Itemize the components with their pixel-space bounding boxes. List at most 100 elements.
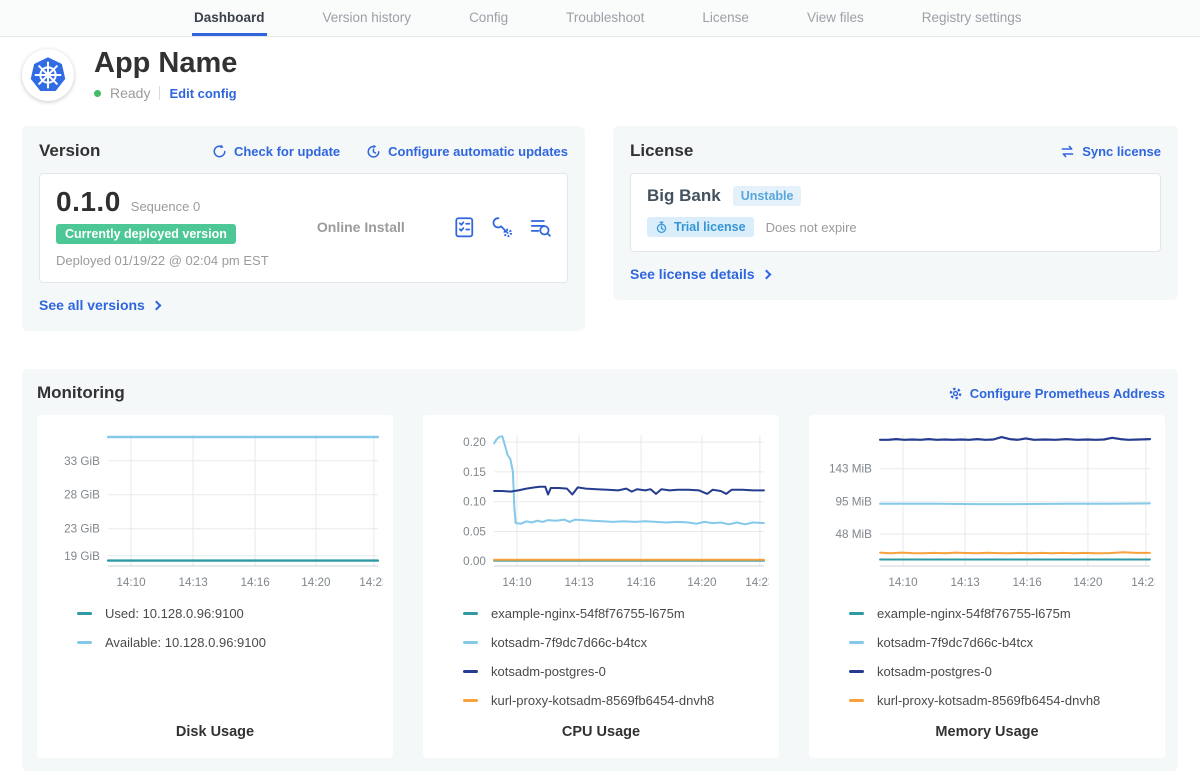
license-type-badge: Trial license [647,217,754,237]
configure-prometheus-button[interactable]: Configure Prometheus Address [948,386,1165,401]
sync-license-button[interactable]: Sync license [1060,144,1161,159]
svg-text:14:16: 14:16 [626,577,655,590]
tab-config[interactable]: Config [467,0,510,36]
kubernetes-icon [25,52,71,98]
legend-label: example-nginx-54f8f76755-l675m [877,606,1071,621]
svg-text:33 GiB: 33 GiB [64,455,100,468]
legend-swatch [849,699,864,702]
svg-text:14:13: 14:13 [178,577,207,590]
disk-usage-chart-card: 33 GiB 28 GiB 23 GiB 19 GiB 14:10 14:13 14:16 1… [37,415,393,758]
tab-dashboard[interactable]: Dashboard [192,0,267,36]
sync-icon [1060,144,1075,159]
legend-swatch [849,641,864,644]
cpu-usage-chart-card: 0.200.150.100.050.0014:1014:1314:1614:20… [423,415,779,758]
tab-registry-settings[interactable]: Registry settings [920,0,1024,36]
chevron-right-icon [151,301,161,311]
legend-item: kurl-proxy-kotsadm-8569fb6454-dnvh8 [849,693,1155,708]
svg-text:14:23: 14:23 [359,577,383,590]
svg-text:143 MiB: 143 MiB [829,463,872,476]
legend-item: kotsadm-7f9dc7d66c-b4tcx [849,635,1155,650]
see-all-versions-link[interactable]: See all versions [39,297,160,313]
legend-item: example-nginx-54f8f76755-l675m [849,606,1155,621]
svg-text:14:10: 14:10 [116,577,145,590]
svg-text:28 GiB: 28 GiB [64,489,100,502]
current-version-card: 0.1.0 Sequence 0 Currently deployed vers… [39,173,568,283]
tab-bar: Dashboard Version history Config Troublesho… [0,0,1200,37]
svg-text:14:20: 14:20 [687,577,716,590]
chart-title: Memory Usage [819,708,1155,746]
svg-text:0.05: 0.05 [463,526,486,539]
clock-refresh-icon [366,144,381,159]
license-panel: License Sync license Big Bank Unstable [613,126,1178,300]
install-type: Online Install [269,219,453,235]
svg-text:23 GiB: 23 GiB [64,523,100,536]
chart-legend: example-nginx-54f8f76755-l675m kotsadm-7f… [849,606,1155,708]
legend-label: kotsadm-7f9dc7d66c-b4tcx [877,635,1033,650]
disk-usage-chart: 33 GiB 28 GiB 23 GiB 19 GiB 14:10 14:13 14:16 1… [47,428,383,594]
legend-swatch [849,612,864,615]
svg-text:48 MiB: 48 MiB [836,529,873,542]
tab-license[interactable]: License [700,0,751,36]
legend-item: Used: 10.128.0.96:9100 [77,606,383,621]
legend-item: kotsadm-postgres-0 [463,664,769,679]
license-summary-card: Big Bank Unstable Trial license Does not… [630,173,1161,252]
tab-view-files[interactable]: View files [805,0,866,36]
app-header: App Name Ready Edit config [22,48,1200,101]
app-logo [22,49,74,101]
memory-usage-chart-card: 143 MiB95 MiB48 MiB14:1014:1314:1614:201… [809,415,1165,758]
legend-swatch [77,612,92,615]
chart-legend: Used: 10.128.0.96:9100 Available: 10.128.… [77,606,383,650]
legend-label: kotsadm-postgres-0 [877,664,992,679]
svg-text:0.20: 0.20 [463,437,486,450]
deployed-badge: Currently deployed version [56,224,236,244]
legend-label: kurl-proxy-kotsadm-8569fb6454-dnvh8 [877,693,1100,708]
refresh-icon [212,144,227,159]
svg-text:14:23: 14:23 [745,577,769,590]
preflight-checks-icon[interactable] [453,216,475,238]
svg-text:14:13: 14:13 [564,577,593,590]
status-text: Ready [110,85,150,101]
deploy-logs-icon[interactable] [529,216,551,238]
chart-title: CPU Usage [433,708,769,746]
svg-text:14:23: 14:23 [1131,577,1155,590]
see-license-details-link[interactable]: See license details [630,266,770,282]
legend-swatch [463,699,478,702]
configure-automatic-updates-button[interactable]: Configure automatic updates [366,144,568,159]
version-sequence: Sequence 0 [131,199,200,214]
version-panel: Version Check for update Configure au [22,126,585,331]
tab-troubleshoot[interactable]: Troubleshoot [564,0,646,36]
svg-text:14:13: 14:13 [950,577,979,590]
svg-text:95 MiB: 95 MiB [836,496,873,509]
svg-text:19 GiB: 19 GiB [64,550,100,563]
legend-label: example-nginx-54f8f76755-l675m [491,606,685,621]
legend-item: kurl-proxy-kotsadm-8569fb6454-dnvh8 [463,693,769,708]
deployed-timestamp: Deployed 01/19/22 @ 02:04 pm EST [56,253,269,268]
svg-text:14:20: 14:20 [301,577,330,590]
legend-label: kurl-proxy-kotsadm-8569fb6454-dnvh8 [491,693,714,708]
svg-text:0.00: 0.00 [463,556,486,569]
legend-swatch [463,670,478,673]
chart-title: Disk Usage [47,708,383,746]
legend-item: example-nginx-54f8f76755-l675m [463,606,769,621]
legend-item: kotsadm-postgres-0 [849,664,1155,679]
legend-item: kotsadm-7f9dc7d66c-b4tcx [463,635,769,650]
gear-icon [948,386,963,401]
svg-text:14:16: 14:16 [240,577,269,590]
legend-label: kotsadm-postgres-0 [491,664,606,679]
edit-config-icon[interactable] [491,216,513,238]
license-title: License [630,141,693,161]
svg-text:0.15: 0.15 [463,466,486,479]
chevron-right-icon [761,270,771,280]
divider [159,86,160,100]
page-title: App Name [94,48,237,78]
legend-swatch [463,612,478,615]
edit-config-link[interactable]: Edit config [169,86,236,101]
memory-usage-chart: 143 MiB95 MiB48 MiB14:1014:1314:1614:201… [819,428,1155,594]
legend-label: Available: 10.128.0.96:9100 [105,635,266,650]
tab-version-history[interactable]: Version history [321,0,414,36]
legend-swatch [463,641,478,644]
svg-text:0.10: 0.10 [463,496,486,509]
version-title: Version [39,141,100,161]
version-number: 0.1.0 [56,186,121,218]
check-for-update-button[interactable]: Check for update [212,144,340,159]
